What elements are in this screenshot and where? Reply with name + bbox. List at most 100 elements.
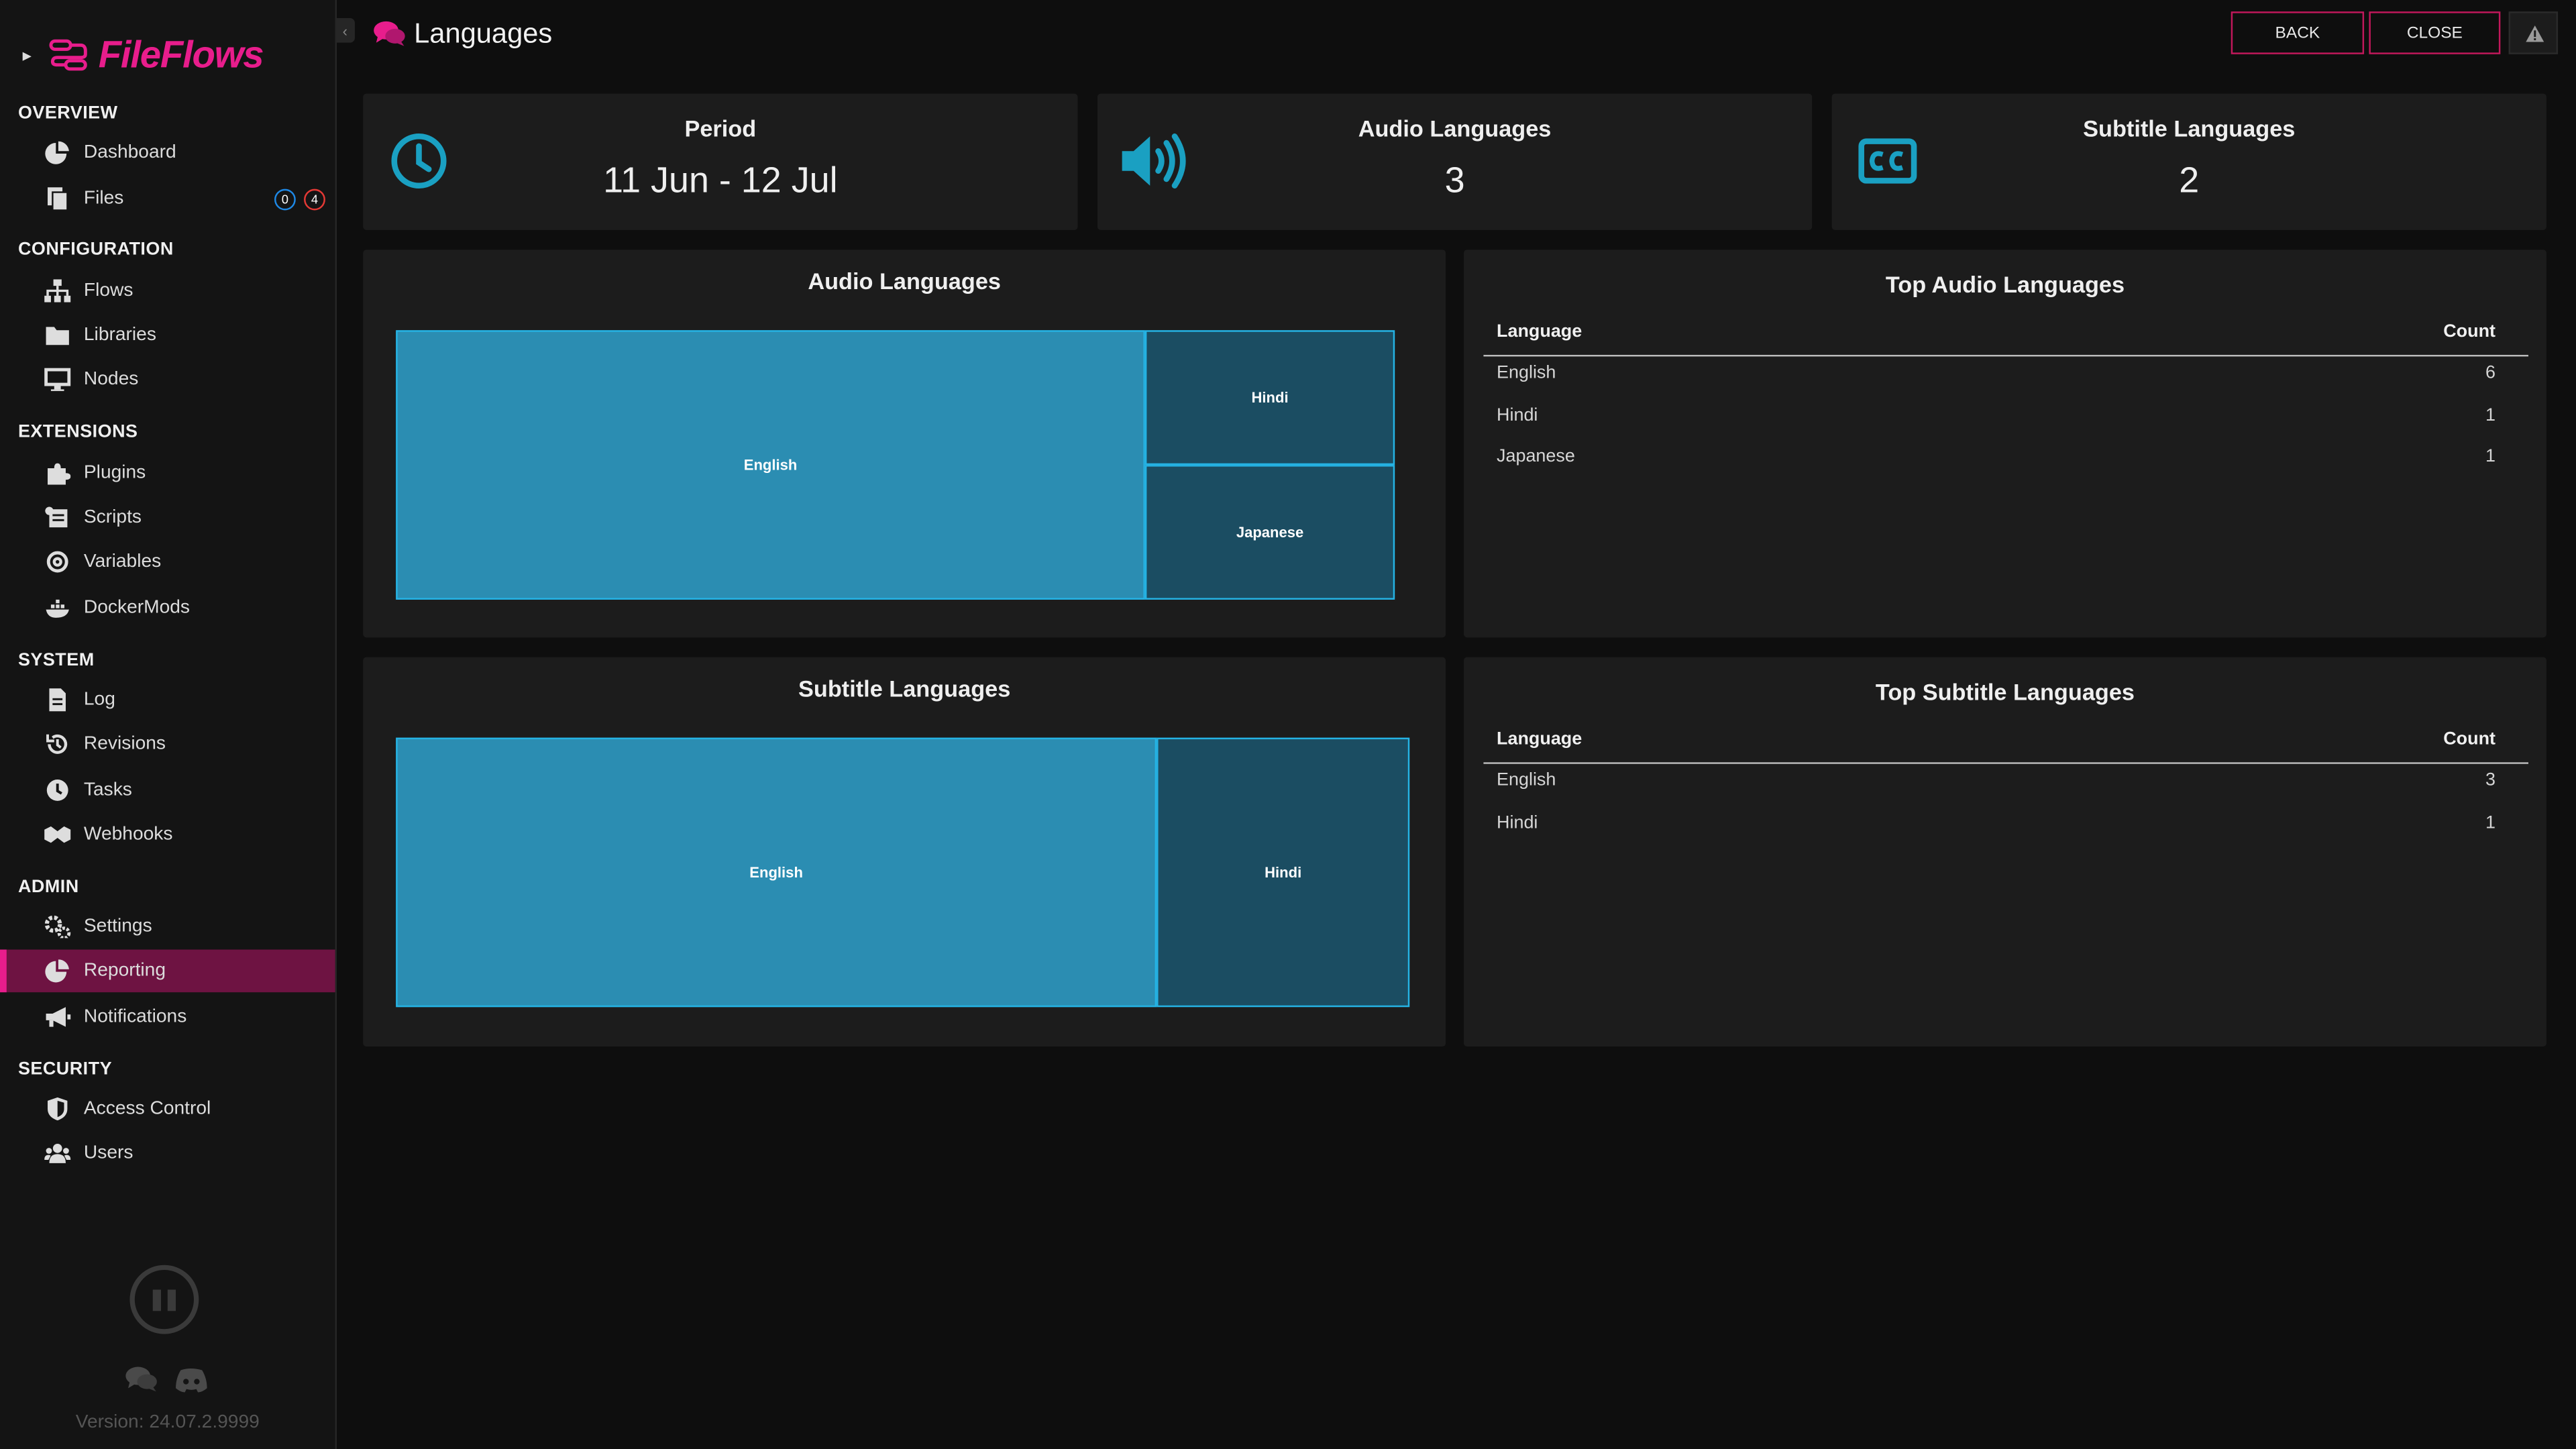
- audio-chart-title: Audio Languages: [808, 268, 1001, 294]
- app-name: FileFlows: [98, 32, 264, 76]
- treemap-cell-english[interactable]: English: [396, 737, 1157, 1008]
- column-header-language: Language: [1497, 729, 1582, 749]
- discord-icon[interactable]: [174, 1367, 209, 1393]
- docker-icon: [46, 599, 69, 618]
- treemap-cell-hindi[interactable]: Hindi: [1144, 330, 1395, 466]
- sidebar-item-label: DockerMods: [83, 598, 191, 618]
- sidebar: ► FileFlows OVERVIEW Dashboard Files 0 4 CONF…: [0, 0, 337, 1449]
- sidebar-item-label: Libraries: [83, 325, 156, 345]
- gears-icon: [44, 915, 71, 938]
- table-row: English 3: [1483, 771, 2528, 812]
- top-subtitle-languages-title: Top Subtitle Languages: [1875, 678, 2135, 705]
- count-cell: 1: [2485, 405, 2496, 425]
- sidebar-item-dashboard[interactable]: Dashboard: [0, 131, 335, 174]
- count-cell: 3: [2485, 770, 2496, 790]
- top-subtitle-table-header: Language Count: [1483, 720, 2528, 764]
- treemap-cell-japanese[interactable]: Japanese: [1144, 465, 1395, 600]
- language-cell: Hindi: [1497, 812, 1538, 833]
- sidebar-item-files[interactable]: Files 0 4: [0, 177, 335, 220]
- language-cell: Japanese: [1497, 447, 1575, 467]
- comments-icon: [374, 21, 405, 46]
- sidebar-item-log[interactable]: Log: [0, 678, 335, 721]
- nav-section-overview: OVERVIEW: [17, 103, 118, 123]
- audio-languages-treemap: English Hindi Japanese: [396, 330, 1395, 600]
- files-failed-badge: 4: [304, 189, 325, 211]
- top-audio-table-header: Language Count: [1483, 312, 2528, 357]
- count-cell: 1: [2485, 447, 2496, 467]
- sidebar-item-libraries[interactable]: Libraries: [0, 314, 335, 357]
- column-header-language: Language: [1497, 322, 1582, 342]
- pie-chart-icon: [45, 141, 69, 164]
- sidebar-item-notifications[interactable]: Notifications: [0, 996, 335, 1038]
- sidebar-item-label: Settings: [83, 916, 152, 936]
- sidebar-item-settings[interactable]: Settings: [0, 905, 335, 948]
- puzzle-icon: [48, 463, 71, 485]
- collapse-sidebar-button[interactable]: ‹: [335, 17, 355, 43]
- audio-languages-label: Audio Languages: [1358, 115, 1552, 142]
- nav-section-security: SECURITY: [17, 1059, 113, 1079]
- sidebar-item-label: Tasks: [83, 780, 132, 800]
- back-button[interactable]: BACK: [2231, 11, 2365, 54]
- sidebar-item-label: Reporting: [83, 961, 166, 981]
- fileflows-logo-icon: [49, 38, 87, 70]
- subtitle-languages-treemap: English Hindi: [396, 737, 1410, 1008]
- files-processing-badge: 0: [274, 189, 296, 211]
- sidebar-item-scripts[interactable]: Scripts: [0, 496, 335, 539]
- period-value: 11 Jun - 12 Jul: [603, 159, 838, 201]
- sidebar-item-reporting[interactable]: Reporting: [0, 949, 335, 993]
- clock-icon: [46, 780, 68, 801]
- at-icon: [46, 551, 68, 573]
- sidebar-item-label: Log: [83, 690, 115, 710]
- sidebar-item-access-control[interactable]: Access Control: [0, 1087, 335, 1130]
- top-audio-languages-title: Top Audio Languages: [1885, 271, 2125, 298]
- page-title: Languages: [414, 17, 553, 50]
- treemap-cell-english[interactable]: English: [396, 330, 1145, 600]
- subtitle-languages-value: 2: [2179, 159, 2200, 201]
- period-card: Period 11 Jun - 12 Jul: [363, 93, 1078, 230]
- subtitle-languages-label: Subtitle Languages: [2083, 115, 2296, 142]
- warning-button[interactable]: [2508, 11, 2559, 54]
- expand-caret-icon[interactable]: ►: [19, 47, 34, 63]
- sidebar-item-users[interactable]: Users: [0, 1132, 335, 1175]
- sidebar-item-flows[interactable]: Flows: [0, 270, 335, 313]
- close-button[interactable]: CLOSE: [2369, 11, 2501, 54]
- subtitle-languages-card: Subtitle Languages 2: [1831, 93, 2546, 230]
- shield-icon: [48, 1097, 68, 1121]
- sidebar-item-revisions[interactable]: Revisions: [0, 723, 335, 766]
- column-header-count: Count: [2443, 729, 2496, 749]
- count-cell: 1: [2485, 812, 2496, 833]
- language-cell: Hindi: [1497, 405, 1538, 425]
- audio-languages-value: 3: [1444, 159, 1465, 201]
- app-logo[interactable]: ► FileFlows: [19, 32, 264, 77]
- table-row: Japanese 1: [1483, 447, 2528, 488]
- nav-section-system: SYSTEM: [17, 650, 95, 671]
- scroll-icon: [45, 506, 68, 528]
- period-label: Period: [684, 115, 757, 142]
- treemap-cell-hindi[interactable]: Hindi: [1157, 737, 1410, 1008]
- sidebar-item-label: Scripts: [83, 507, 142, 528]
- sidebar-item-tasks[interactable]: Tasks: [0, 769, 335, 812]
- nav-section-configuration: CONFIGURATION: [17, 239, 174, 260]
- subtitle-chart-title: Subtitle Languages: [798, 675, 1011, 702]
- bullhorn-icon: [46, 1007, 71, 1027]
- desktop-icon: [44, 368, 71, 391]
- sidebar-item-label: Access Control: [83, 1099, 211, 1119]
- forum-icon[interactable]: [125, 1365, 158, 1393]
- sidebar-item-nodes[interactable]: Nodes: [0, 358, 335, 401]
- nav-section-extensions: EXTENSIONS: [17, 422, 138, 442]
- sidebar-item-variables[interactable]: Variables: [0, 541, 335, 584]
- file-text-icon: [49, 688, 66, 712]
- sidebar-item-label: Plugins: [83, 463, 146, 484]
- history-icon: [46, 734, 68, 754]
- sidebar-item-label: Notifications: [83, 1007, 187, 1027]
- sidebar-item-label: Dashboard: [83, 143, 176, 163]
- sidebar-item-dockermods[interactable]: DockerMods: [0, 586, 335, 629]
- sidebar-item-webhooks[interactable]: Webhooks: [0, 813, 335, 856]
- audio-languages-card: Audio Languages 3: [1097, 93, 1813, 230]
- pause-button[interactable]: [129, 1265, 199, 1334]
- language-cell: English: [1497, 770, 1556, 790]
- count-cell: 6: [2485, 363, 2496, 383]
- sidebar-item-plugins[interactable]: Plugins: [0, 451, 335, 494]
- warning-icon: [2526, 25, 2544, 42]
- sidebar-item-label: Files: [83, 189, 124, 209]
